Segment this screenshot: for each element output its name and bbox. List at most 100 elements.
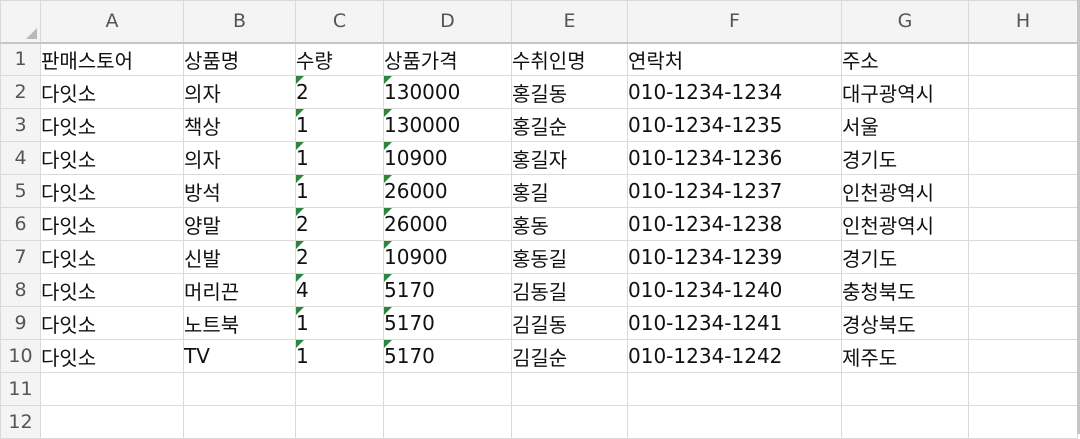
cell-h[interactable] — [968, 273, 1078, 307]
row-header[interactable]: 11 — [0, 372, 41, 406]
cell-a[interactable]: 다잇소 — [40, 207, 184, 241]
cell-a[interactable]: 판매스토어 — [40, 42, 184, 76]
cell-h[interactable] — [968, 306, 1078, 340]
cell-e[interactable]: 수취인명 — [511, 42, 628, 76]
cell-f[interactable]: 010-1234-1235 — [627, 108, 842, 142]
cell-a[interactable]: 다잇소 — [40, 339, 184, 373]
cell-a[interactable]: 다잇소 — [40, 75, 184, 109]
cell-g[interactable]: 제주도 — [841, 339, 969, 373]
row-header[interactable]: 9 — [0, 306, 41, 340]
cell-d[interactable]: 130000 — [383, 108, 512, 142]
row-header[interactable]: 10 — [0, 339, 41, 373]
cell-e[interactable] — [511, 372, 628, 406]
cell-h[interactable] — [968, 141, 1078, 175]
column-header-b[interactable]: B — [183, 0, 296, 44]
column-header-g[interactable]: G — [841, 0, 969, 44]
row-header[interactable]: 5 — [0, 174, 41, 208]
cell-g[interactable]: 주소 — [841, 42, 969, 76]
cell-h[interactable] — [968, 75, 1078, 109]
cell-h[interactable] — [968, 339, 1078, 373]
cell-e[interactable]: 김길동 — [511, 306, 628, 340]
cell-b[interactable]: 머리끈 — [183, 273, 296, 307]
cell-d[interactable]: 5170 — [383, 273, 512, 307]
cell-h[interactable] — [968, 42, 1078, 76]
select-all-corner[interactable] — [0, 0, 41, 44]
cell-d[interactable]: 10900 — [383, 240, 512, 274]
cell-g[interactable]: 인천광역시 — [841, 207, 969, 241]
cell-f[interactable]: 010-1234-1241 — [627, 306, 842, 340]
cell-f[interactable]: 010-1234-1237 — [627, 174, 842, 208]
cell-c[interactable]: 수량 — [295, 42, 384, 76]
column-header-e[interactable]: E — [511, 0, 628, 44]
cell-f[interactable]: 010-1234-1234 — [627, 75, 842, 109]
cell-b[interactable]: 노트북 — [183, 306, 296, 340]
cell-c[interactable]: 2 — [295, 75, 384, 109]
cell-b[interactable]: 의자 — [183, 141, 296, 175]
cell-g[interactable]: 경기도 — [841, 141, 969, 175]
cell-f[interactable]: 010-1234-1242 — [627, 339, 842, 373]
cell-b[interactable]: 책상 — [183, 108, 296, 142]
cell-h[interactable] — [968, 372, 1078, 406]
cell-d[interactable] — [383, 372, 512, 406]
cell-e[interactable]: 김동길 — [511, 273, 628, 307]
cell-f[interactable]: 010-1234-1238 — [627, 207, 842, 241]
cell-a[interactable]: 다잇소 — [40, 141, 184, 175]
cell-b[interactable]: 양말 — [183, 207, 296, 241]
cell-g[interactable]: 서울 — [841, 108, 969, 142]
cell-b[interactable]: 의자 — [183, 75, 296, 109]
cell-h[interactable] — [968, 108, 1078, 142]
cell-g[interactable]: 경기도 — [841, 240, 969, 274]
row-header[interactable]: 7 — [0, 240, 41, 274]
cell-b[interactable]: 상품명 — [183, 42, 296, 76]
cell-e[interactable]: 김길순 — [511, 339, 628, 373]
cell-c[interactable]: 2 — [295, 240, 384, 274]
cell-c[interactable]: 1 — [295, 339, 384, 373]
cell-g[interactable]: 충청북도 — [841, 273, 969, 307]
cell-f[interactable]: 010-1234-1240 — [627, 273, 842, 307]
cell-f[interactable] — [627, 372, 842, 406]
cell-h[interactable] — [968, 207, 1078, 241]
row-header[interactable]: 8 — [0, 273, 41, 307]
cell-c[interactable]: 1 — [295, 306, 384, 340]
cell-g[interactable]: 인천광역시 — [841, 174, 969, 208]
row-header[interactable]: 6 — [0, 207, 41, 241]
cell-e[interactable]: 홍길자 — [511, 141, 628, 175]
cell-d[interactable]: 26000 — [383, 174, 512, 208]
cell-d[interactable]: 130000 — [383, 75, 512, 109]
cell-b[interactable]: TV — [183, 339, 296, 373]
row-header[interactable]: 1 — [0, 42, 41, 76]
cell-a[interactable]: 다잇소 — [40, 273, 184, 307]
cell-c[interactable] — [295, 372, 384, 406]
column-header-a[interactable]: A — [40, 0, 184, 44]
cell-d[interactable]: 5170 — [383, 306, 512, 340]
cell-c[interactable]: 2 — [295, 207, 384, 241]
cell-d[interactable]: 10900 — [383, 141, 512, 175]
cell-a[interactable]: 다잇소 — [40, 174, 184, 208]
cell-g[interactable]: 경상북도 — [841, 306, 969, 340]
cell-c[interactable]: 1 — [295, 108, 384, 142]
cell-e[interactable]: 홍길동 — [511, 75, 628, 109]
cell-g[interactable]: 대구광역시 — [841, 75, 969, 109]
row-header[interactable]: 3 — [0, 108, 41, 142]
cell-d[interactable]: 5170 — [383, 339, 512, 373]
cell-f[interactable]: 010-1234-1239 — [627, 240, 842, 274]
column-header-d[interactable]: D — [383, 0, 512, 44]
cell-h[interactable] — [968, 240, 1078, 274]
cell-e[interactable]: 홍길 — [511, 174, 628, 208]
cell-e[interactable]: 홍동길 — [511, 240, 628, 274]
cell-c[interactable]: 1 — [295, 174, 384, 208]
cell-a[interactable]: 다잇소 — [40, 108, 184, 142]
cell-e[interactable]: 홍동 — [511, 207, 628, 241]
cell-h[interactable] — [968, 174, 1078, 208]
cell-e[interactable]: 홍길순 — [511, 108, 628, 142]
cell-g[interactable] — [841, 372, 969, 406]
row-header[interactable]: 4 — [0, 141, 41, 175]
cell-a[interactable]: 다잇소 — [40, 240, 184, 274]
cell-c[interactable]: 1 — [295, 141, 384, 175]
column-header-f[interactable]: F — [627, 0, 842, 44]
column-header-c[interactable]: C — [295, 0, 384, 44]
cell-b[interactable]: 방석 — [183, 174, 296, 208]
cell-a[interactable]: 다잇소 — [40, 306, 184, 340]
column-header-h[interactable]: H — [968, 0, 1078, 44]
cell-b[interactable] — [183, 372, 296, 406]
